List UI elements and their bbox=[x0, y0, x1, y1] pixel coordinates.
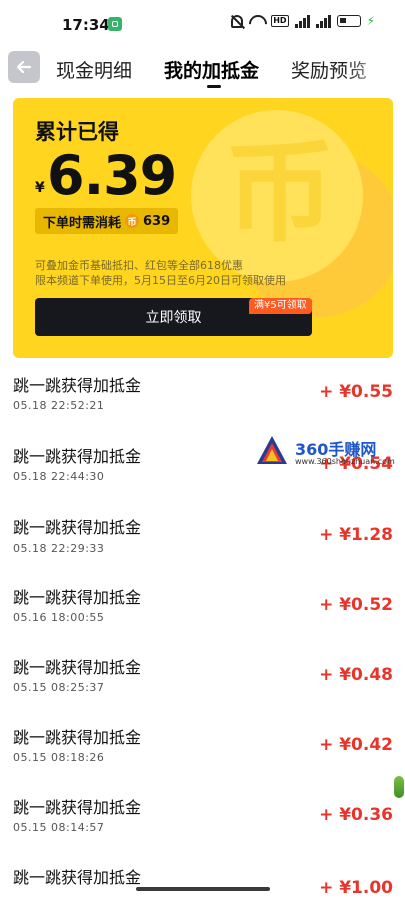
list-item: 跳一跳获得加抵金 05.18 22:52:21 + ¥0.55 bbox=[0, 370, 405, 440]
consume-label: 下单时需消耗 bbox=[43, 215, 122, 231]
tab-overflow-fade bbox=[345, 50, 405, 90]
list-item: 跳一跳获得加抵金 05.15 08:18:26 + ¥0.42 bbox=[0, 720, 405, 790]
home-indicator[interactable] bbox=[136, 887, 270, 891]
record-title: 跳一跳获得加抵金 bbox=[13, 798, 142, 817]
record-time: 05.15 08:14:57 bbox=[13, 821, 105, 834]
back-button[interactable] bbox=[8, 51, 40, 83]
record-title: 跳一跳获得加抵金 bbox=[13, 658, 142, 677]
total-amount: 6.39 bbox=[47, 144, 177, 207]
tab-header: 现金明细 我的加抵金 奖励预览 bbox=[0, 50, 405, 92]
arrow-left-icon bbox=[16, 60, 32, 74]
rules-line-1: 可叠加金币基础抵扣、红包等全部618优惠 bbox=[35, 259, 243, 272]
record-amount: + ¥1.28 bbox=[319, 525, 393, 545]
list-item: 跳一跳获得加抵金 + ¥1.00 bbox=[0, 860, 405, 900]
site-watermark: 360手赚网 www.360shouzhuan.com bbox=[255, 432, 405, 472]
tab-active-indicator bbox=[207, 85, 221, 88]
record-time: 05.16 18:00:55 bbox=[13, 611, 105, 624]
record-time: 05.18 22:29:33 bbox=[13, 542, 105, 555]
tab-cash-details[interactable]: 现金明细 bbox=[56, 56, 132, 83]
record-amount: + ¥0.52 bbox=[319, 595, 393, 615]
list-item: 跳一跳获得加抵金 05.16 18:00:55 + ¥0.52 bbox=[0, 580, 405, 650]
record-time: 05.18 22:44:30 bbox=[13, 470, 105, 483]
wifi-icon bbox=[249, 15, 265, 27]
rules-line-2: 限本频道下单使用，5月15日至6月20日可领取使用 bbox=[35, 274, 286, 287]
list-item: 跳一跳获得加抵金 05.15 08:25:37 + ¥0.48 bbox=[0, 650, 405, 720]
tab-my-voucher[interactable]: 我的加抵金 bbox=[164, 56, 259, 83]
hd-icon: HD bbox=[271, 15, 289, 27]
record-title: 跳一跳获得加抵金 bbox=[13, 868, 142, 887]
record-title: 跳一跳获得加抵金 bbox=[13, 447, 142, 466]
coin-glyph-icon: 币 bbox=[225, 128, 335, 257]
record-amount: + ¥0.48 bbox=[319, 665, 393, 685]
consume-count: 639 bbox=[143, 213, 171, 229]
app-notification-icon bbox=[108, 17, 122, 31]
list-item: 跳一跳获得加抵金 05.15 08:14:57 + ¥0.36 bbox=[0, 790, 405, 860]
usage-rules: 可叠加金币基础抵扣、红包等全部618优惠 限本频道下单使用，5月15日至6月20… bbox=[35, 258, 345, 288]
status-bar: 17:34 HD ⚡ bbox=[0, 0, 405, 52]
record-title: 跳一跳获得加抵金 bbox=[13, 588, 142, 607]
charging-icon: ⚡ bbox=[366, 14, 375, 28]
list-item: 跳一跳获得加抵金 05.18 22:29:33 + ¥1.28 bbox=[0, 510, 405, 580]
consume-coins-chip: 下单时需消耗 币 639 bbox=[35, 208, 179, 234]
record-amount: + ¥1.00 bbox=[319, 878, 393, 898]
voucher-summary-card: 币 累计已得 ¥ 6.39 下单时需消耗 币 639 可叠加金币基础抵扣、红包等… bbox=[13, 98, 393, 358]
mute-bell-icon bbox=[231, 14, 244, 28]
gold-coin-icon: 币 bbox=[125, 214, 140, 228]
watermark-url: www.360shouzhuan.com bbox=[295, 457, 395, 466]
record-title: 跳一跳获得加抵金 bbox=[13, 728, 142, 747]
floating-side-handle[interactable] bbox=[394, 776, 404, 798]
claim-threshold-tag: 满¥5可领取 bbox=[249, 298, 312, 314]
watermark-logo-icon bbox=[257, 436, 287, 464]
record-amount: + ¥0.36 bbox=[319, 805, 393, 825]
status-time: 17:34 bbox=[62, 16, 110, 34]
status-icons: HD ⚡ bbox=[231, 14, 375, 28]
signal-icon bbox=[294, 14, 310, 28]
record-title: 跳一跳获得加抵金 bbox=[13, 518, 142, 537]
record-amount: + ¥0.42 bbox=[319, 735, 393, 755]
record-time: 05.15 08:25:37 bbox=[13, 681, 105, 694]
total-earned-title: 累计已得 bbox=[35, 120, 119, 144]
record-time: 05.15 08:18:26 bbox=[13, 751, 105, 764]
record-amount: + ¥0.55 bbox=[319, 382, 393, 402]
record-time: 05.18 22:52:21 bbox=[13, 399, 105, 412]
record-title: 跳一跳获得加抵金 bbox=[13, 376, 142, 395]
currency-symbol: ¥ bbox=[35, 180, 45, 196]
signal-icon-2 bbox=[315, 14, 331, 28]
battery-icon bbox=[336, 15, 361, 27]
